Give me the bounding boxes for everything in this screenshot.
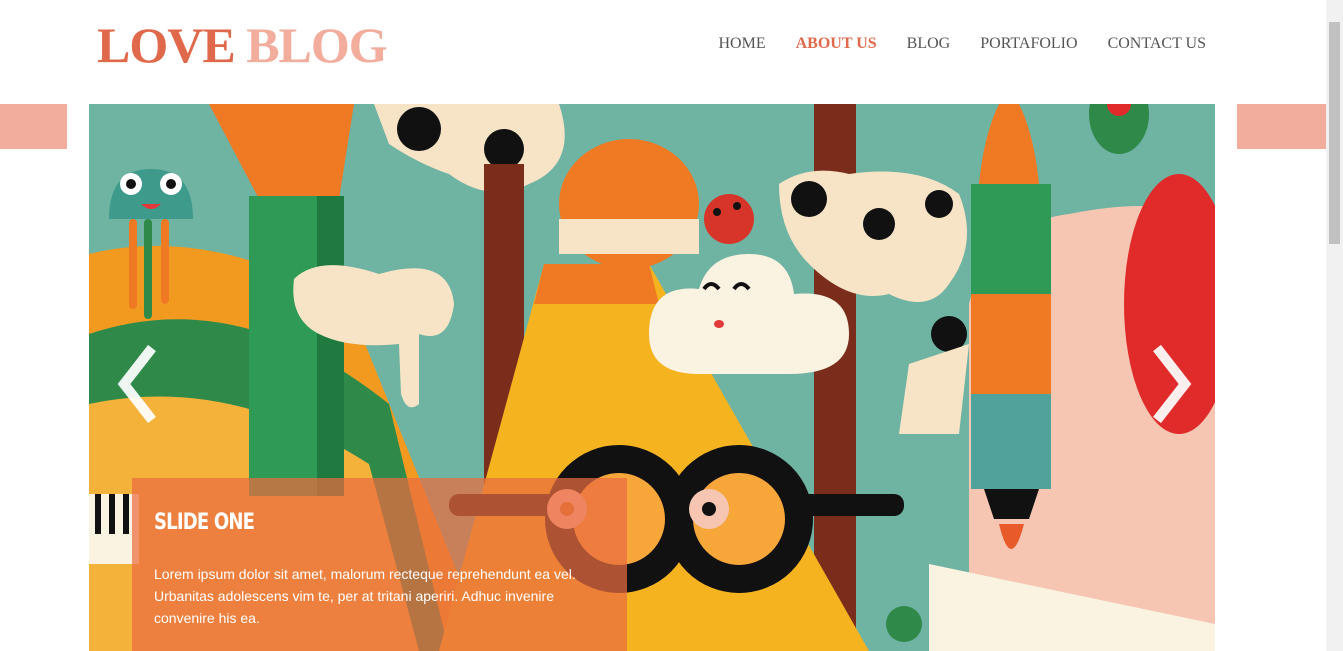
accent-bar-right — [1237, 104, 1326, 149]
hero-slider: SLIDE ONE Lorem ipsum dolor sit amet, ma… — [89, 104, 1215, 651]
slide-caption-title: SLIDE ONE — [154, 510, 255, 535]
main-nav: HOME ABOUT US BLOG PORTAFOLIO CONTACT US — [689, 34, 1207, 54]
slide-caption: SLIDE ONE Lorem ipsum dolor sit amet, ma… — [132, 478, 627, 651]
nav-about-us[interactable]: ABOUT US — [796, 34, 877, 54]
nav-portafolio[interactable]: PORTAFOLIO — [980, 34, 1077, 54]
logo-word-love: LOVE — [97, 17, 236, 73]
slider-next-button[interactable] — [1145, 344, 1195, 424]
chevron-left-icon — [117, 344, 156, 424]
slide-caption-text: Lorem ipsum dolor sit amet, malorum rect… — [154, 566, 576, 626]
accent-bar-left — [0, 104, 67, 149]
logo-word-blog: BLOG — [246, 17, 387, 73]
chevron-right-icon — [1153, 344, 1192, 424]
scrollbar-thumb[interactable] — [1329, 22, 1340, 244]
nav-home[interactable]: HOME — [719, 34, 766, 54]
page-scrollbar[interactable] — [1326, 0, 1343, 651]
slider-prev-button[interactable] — [114, 344, 164, 424]
nav-contact-us[interactable]: CONTACT US — [1108, 34, 1206, 54]
site-logo[interactable]: LOVE BLOG — [97, 17, 388, 73]
nav-blog[interactable]: BLOG — [907, 34, 951, 54]
